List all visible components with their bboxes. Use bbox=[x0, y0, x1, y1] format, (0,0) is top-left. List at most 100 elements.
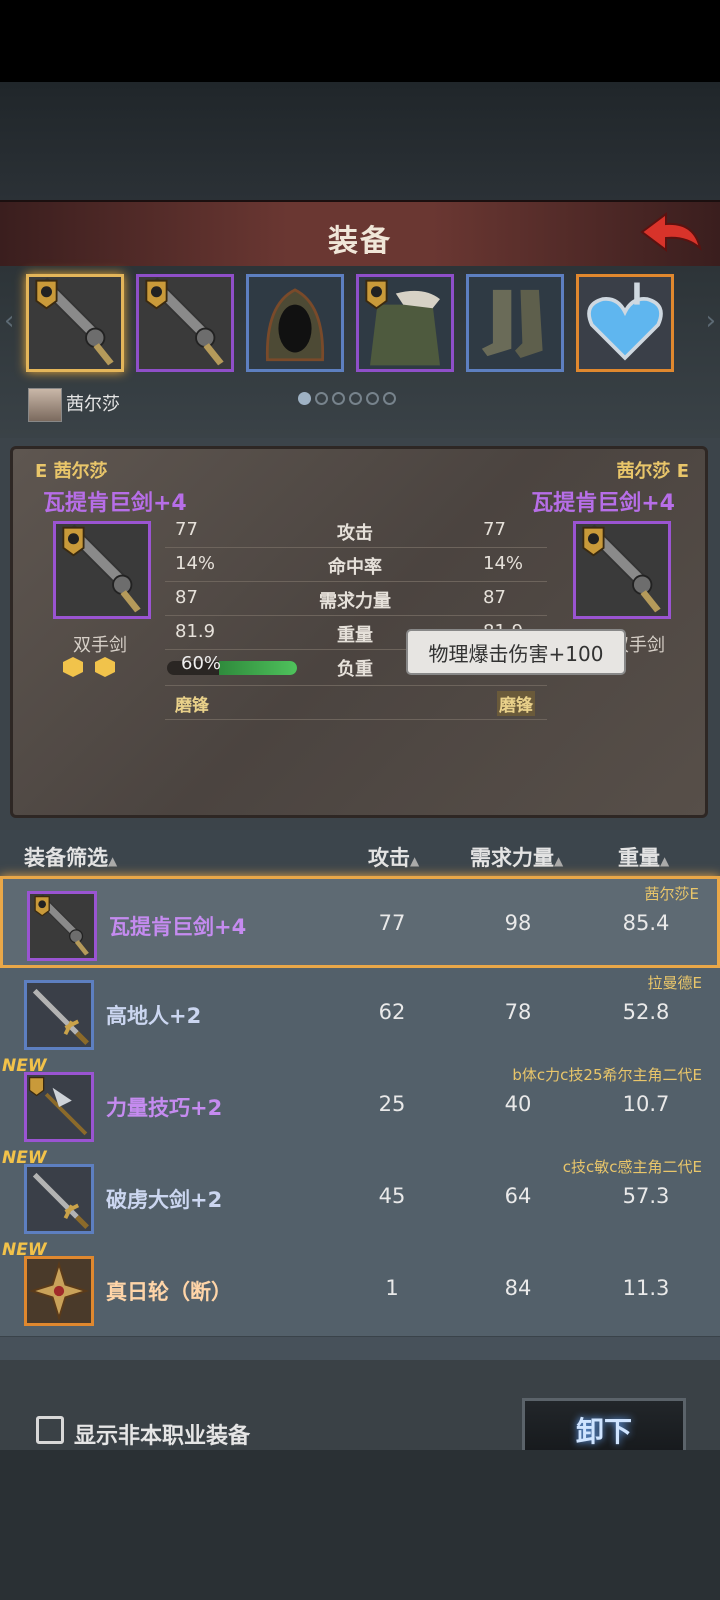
weight-header[interactable]: 重量▲ bbox=[618, 842, 669, 872]
owner-name: 茜尔莎 bbox=[66, 394, 120, 415]
compare-title-left: 瓦提肯巨剑+4 bbox=[43, 491, 187, 516]
compare-card: E 茜尔莎 茜尔莎 E 瓦提肯巨剑+4 瓦提肯巨剑+4 双手剑 双手剑 攻击 77… bbox=[10, 446, 708, 818]
skill-left: 磨锋 bbox=[175, 696, 209, 716]
slots-prev-arrow-icon[interactable]: ‹ bbox=[4, 306, 14, 336]
list-item[interactable]: 瓦提肯巨剑+4 77 98 85.4 茜尔莎E bbox=[0, 876, 720, 968]
page-dot bbox=[366, 392, 379, 405]
greatsword-icon bbox=[56, 524, 148, 616]
skill-right: 磨锋 bbox=[497, 691, 535, 716]
sort-icon: ▲ bbox=[410, 854, 420, 868]
compare-title-right: 瓦提肯巨剑+4 bbox=[531, 491, 675, 516]
sword-icon bbox=[27, 983, 91, 1047]
item-name: 真日轮（断） bbox=[106, 1280, 232, 1304]
equipment-slot[interactable] bbox=[136, 274, 234, 372]
compare-icon-right[interactable] bbox=[573, 521, 671, 619]
new-badge: NEW bbox=[2, 1240, 47, 1260]
item-str: 98 bbox=[504, 911, 532, 935]
list-item[interactable]: 高地人+2 62 78 52.8 拉曼德E bbox=[0, 968, 720, 1061]
item-weight: 11.3 bbox=[622, 1276, 670, 1300]
stat-value-left: 14% bbox=[175, 553, 216, 574]
sort-icon: ▲ bbox=[108, 854, 118, 868]
item-weight: 52.8 bbox=[622, 1000, 670, 1024]
list-header: 装备筛选▲ 攻击▲ 需求力量▲ 重量▲ bbox=[0, 830, 720, 882]
stat-name: 负重 bbox=[337, 659, 373, 680]
equipment-slot[interactable] bbox=[576, 274, 674, 372]
item-str: 84 bbox=[504, 1276, 532, 1300]
item-str: 64 bbox=[504, 1184, 532, 1208]
spear-icon bbox=[27, 1075, 91, 1139]
status-bar bbox=[0, 0, 720, 82]
page-dot bbox=[298, 392, 311, 405]
sort-icon: ▲ bbox=[554, 854, 564, 868]
attack-header[interactable]: 攻击▲ bbox=[368, 842, 419, 872]
list-item[interactable]: 破虏大剑+2 45 64 57.3 c技c敏c感主角二代E NEW bbox=[0, 1148, 720, 1245]
item-attack: 77 bbox=[378, 911, 406, 935]
gem-icon bbox=[95, 657, 115, 677]
stat-name: 重量 bbox=[337, 625, 373, 646]
page-dot bbox=[349, 392, 362, 405]
item-attack: 1 bbox=[385, 1276, 399, 1300]
back-arrow-icon bbox=[640, 212, 702, 252]
compare-owner-right: 茜尔莎 E bbox=[616, 461, 689, 482]
gem-icon bbox=[63, 657, 83, 677]
item-name: 力量技巧+2 bbox=[106, 1096, 223, 1120]
stat-value-right: 14% bbox=[483, 553, 524, 574]
header: 装备 bbox=[0, 200, 720, 268]
item-icon bbox=[27, 891, 97, 961]
slots-next-arrow-icon[interactable]: › bbox=[706, 306, 716, 336]
item-name: 瓦提肯巨剑+4 bbox=[109, 915, 247, 939]
greatsword-icon bbox=[576, 524, 668, 616]
load-value-left: 60% bbox=[181, 653, 222, 674]
sunwheel-icon bbox=[27, 1259, 91, 1323]
heart-amulet-icon bbox=[579, 277, 671, 369]
back-button[interactable] bbox=[638, 208, 704, 258]
stat-value-left: 77 bbox=[175, 519, 198, 540]
new-badge: NEW bbox=[2, 1056, 47, 1076]
show-other-class-checkbox[interactable] bbox=[36, 1416, 64, 1444]
sword-icon bbox=[27, 1167, 91, 1231]
page-indicator bbox=[298, 392, 396, 405]
item-owner: 茜尔莎E bbox=[644, 885, 699, 903]
avatar bbox=[28, 388, 62, 422]
item-weight: 85.4 bbox=[622, 911, 670, 935]
greatsword-icon bbox=[30, 894, 94, 958]
weapon-type-left: 双手剑 bbox=[73, 635, 127, 656]
boots-icon bbox=[469, 277, 561, 369]
stat-value-right: 87 bbox=[483, 587, 506, 608]
item-weight: 10.7 bbox=[622, 1092, 670, 1116]
page-dot bbox=[332, 392, 345, 405]
equipment-slot[interactable] bbox=[246, 274, 344, 372]
hood-icon bbox=[249, 277, 341, 369]
stat-name: 需求力量 bbox=[319, 591, 391, 612]
gem-slots bbox=[63, 657, 115, 677]
item-icon bbox=[24, 980, 94, 1050]
filter-header[interactable]: 装备筛选▲ bbox=[24, 842, 117, 872]
equipment-slot[interactable] bbox=[26, 274, 124, 372]
item-weight: 57.3 bbox=[622, 1184, 670, 1208]
new-badge: NEW bbox=[2, 1148, 47, 1168]
filter-label: 装备筛选 bbox=[24, 846, 108, 870]
stat-name: 命中率 bbox=[328, 557, 382, 578]
page-dot bbox=[315, 392, 328, 405]
list-item[interactable]: 力量技巧+2 25 40 10.7 b体c力c技25希尔主角二代E NEW bbox=[0, 1056, 720, 1153]
equipment-slot[interactable] bbox=[356, 274, 454, 372]
item-icon bbox=[24, 1072, 94, 1142]
equipment-list: 装备筛选▲ 攻击▲ 需求力量▲ 重量▲ 瓦提肯巨剑+4 77 98 85.4 茜尔莎E 高… bbox=[0, 830, 720, 1360]
item-owner: c技c敏c感主角二代E bbox=[562, 1158, 702, 1176]
item-owner: 拉曼德E bbox=[647, 974, 702, 992]
str-label: 需求力量 bbox=[470, 846, 554, 870]
compare-owner-left: E 茜尔莎 bbox=[35, 461, 108, 482]
item-attack: 62 bbox=[378, 1000, 406, 1024]
item-icon bbox=[24, 1164, 94, 1234]
equipment-slot[interactable] bbox=[466, 274, 564, 372]
list-item[interactable]: 真日轮（断） 1 84 11.3 NEW bbox=[0, 1240, 720, 1337]
page-dot bbox=[383, 392, 396, 405]
str-header[interactable]: 需求力量▲ bbox=[470, 842, 563, 872]
greatsword-icon bbox=[139, 277, 231, 369]
top-background bbox=[0, 82, 720, 200]
item-attack: 45 bbox=[378, 1184, 406, 1208]
attack-label: 攻击 bbox=[368, 846, 410, 870]
compare-icon-left[interactable] bbox=[53, 521, 151, 619]
equipment-slots: ‹ › 茜尔莎 bbox=[0, 266, 720, 438]
stat-value-left: 81.9 bbox=[175, 621, 216, 642]
